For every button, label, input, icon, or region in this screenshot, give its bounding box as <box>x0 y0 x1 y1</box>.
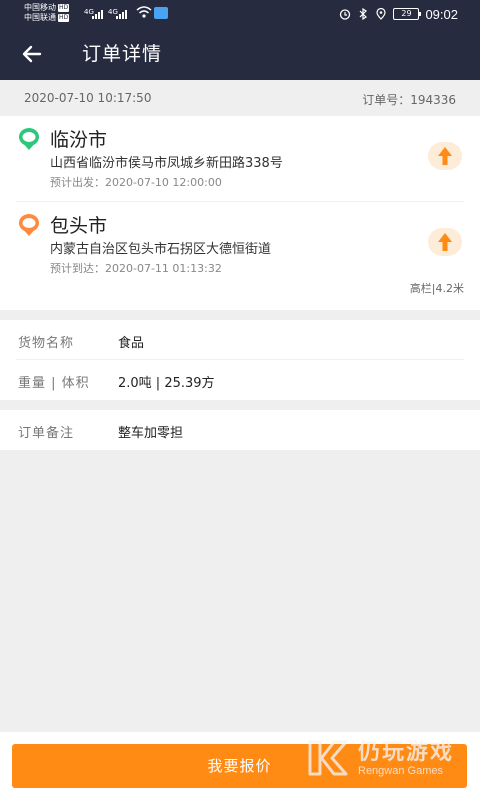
clock: 09:02 <box>425 6 458 22</box>
wifi-icon <box>136 6 152 18</box>
arrow-left-icon[interactable] <box>20 42 44 66</box>
order-datetime: 2020-07-10 10:17:50 <box>24 91 152 105</box>
watermark-sub: Rengwan Games <box>358 765 443 777</box>
route-card: 临汾市 山西省临汾市侯马市凤城乡新田路338号 预计出发：2020-07-10 … <box>0 116 480 310</box>
arrow-up-icon <box>438 147 452 165</box>
rengwan-logo-icon <box>308 740 348 776</box>
status-bar: 中国移动 HD 中国联通 HD 4G 4G 29 09:02 <box>0 0 480 28</box>
title-bar: 订单详情 <box>0 28 480 80</box>
remark-row: 订单备注 整车加零担 <box>0 410 480 450</box>
battery-icon: 29 <box>393 8 422 20</box>
arrow-up-icon <box>438 233 452 251</box>
weight-label: 重量 | 体积 <box>18 376 90 391</box>
departure-time: 预计出发：2020-07-10 12:00:00 <box>50 176 222 189</box>
origin-address: 山西省临汾市侯马市凤城乡新田路338号 <box>50 156 283 171</box>
watermark-name: 仍玩游戏 <box>358 740 455 765</box>
destination-pin-icon <box>18 213 39 236</box>
divider <box>16 201 464 202</box>
truck-spec: 高栏|4.2米 <box>409 282 464 295</box>
origin-city: 临汾市 <box>50 129 108 151</box>
remark-value: 整车加零担 <box>118 426 184 441</box>
carrier-info: 中国移动 HD 中国联通 HD <box>24 3 70 23</box>
origin-pin-icon <box>18 127 39 150</box>
app-notification-icon <box>154 7 168 19</box>
carrier-1: 中国移动 <box>24 3 56 12</box>
signal-icon <box>92 9 106 19</box>
order-meta: 2020-07-10 10:17:50 订单号：194336 <box>0 80 480 116</box>
alarm-icon <box>340 9 351 20</box>
weight-value: 2.0吨 | 25.39方 <box>118 376 215 391</box>
location-icon <box>376 8 387 20</box>
origin-navigate-button[interactable] <box>428 142 462 170</box>
hd-badge: HD <box>58 14 70 22</box>
destination-city: 包头市 <box>50 215 108 237</box>
page-title: 订单详情 <box>82 43 163 65</box>
order-number: 订单号：194336 <box>362 93 456 107</box>
destination-address: 内蒙古自治区包头市石拐区大德恒街道 <box>50 242 272 257</box>
watermark: 仍玩游戏 Rengwan Games <box>306 734 476 782</box>
arrival-time: 预计到达：2020-07-11 01:13:32 <box>50 262 222 275</box>
hd-badge: HD <box>58 4 70 12</box>
destination-navigate-button[interactable] <box>428 228 462 256</box>
bluetooth-icon <box>360 8 368 20</box>
remark-label: 订单备注 <box>18 426 75 441</box>
goods-name-row: 货物名称 食品 <box>0 320 480 360</box>
goods-card: 货物名称 食品 重量 | 体积 2.0吨 | 25.39方 <box>0 320 480 400</box>
signal-icon <box>116 9 130 19</box>
carrier-2: 中国联通 <box>24 13 56 22</box>
status-right: 29 09:02 <box>339 5 458 23</box>
weight-row: 重量 | 体积 2.0吨 | 25.39方 <box>0 360 480 400</box>
remark-card: 订单备注 整车加零担 <box>0 410 480 450</box>
destination-stop: 包头市 内蒙古自治区包头市石拐区大德恒街道 预计到达：2020-07-11 01… <box>0 208 480 292</box>
goods-name-value: 食品 <box>118 336 145 351</box>
goods-name-label: 货物名称 <box>18 336 75 351</box>
origin-stop: 临汾市 山西省临汾市侯马市凤城乡新田路338号 预计出发：2020-07-10 … <box>0 122 480 206</box>
